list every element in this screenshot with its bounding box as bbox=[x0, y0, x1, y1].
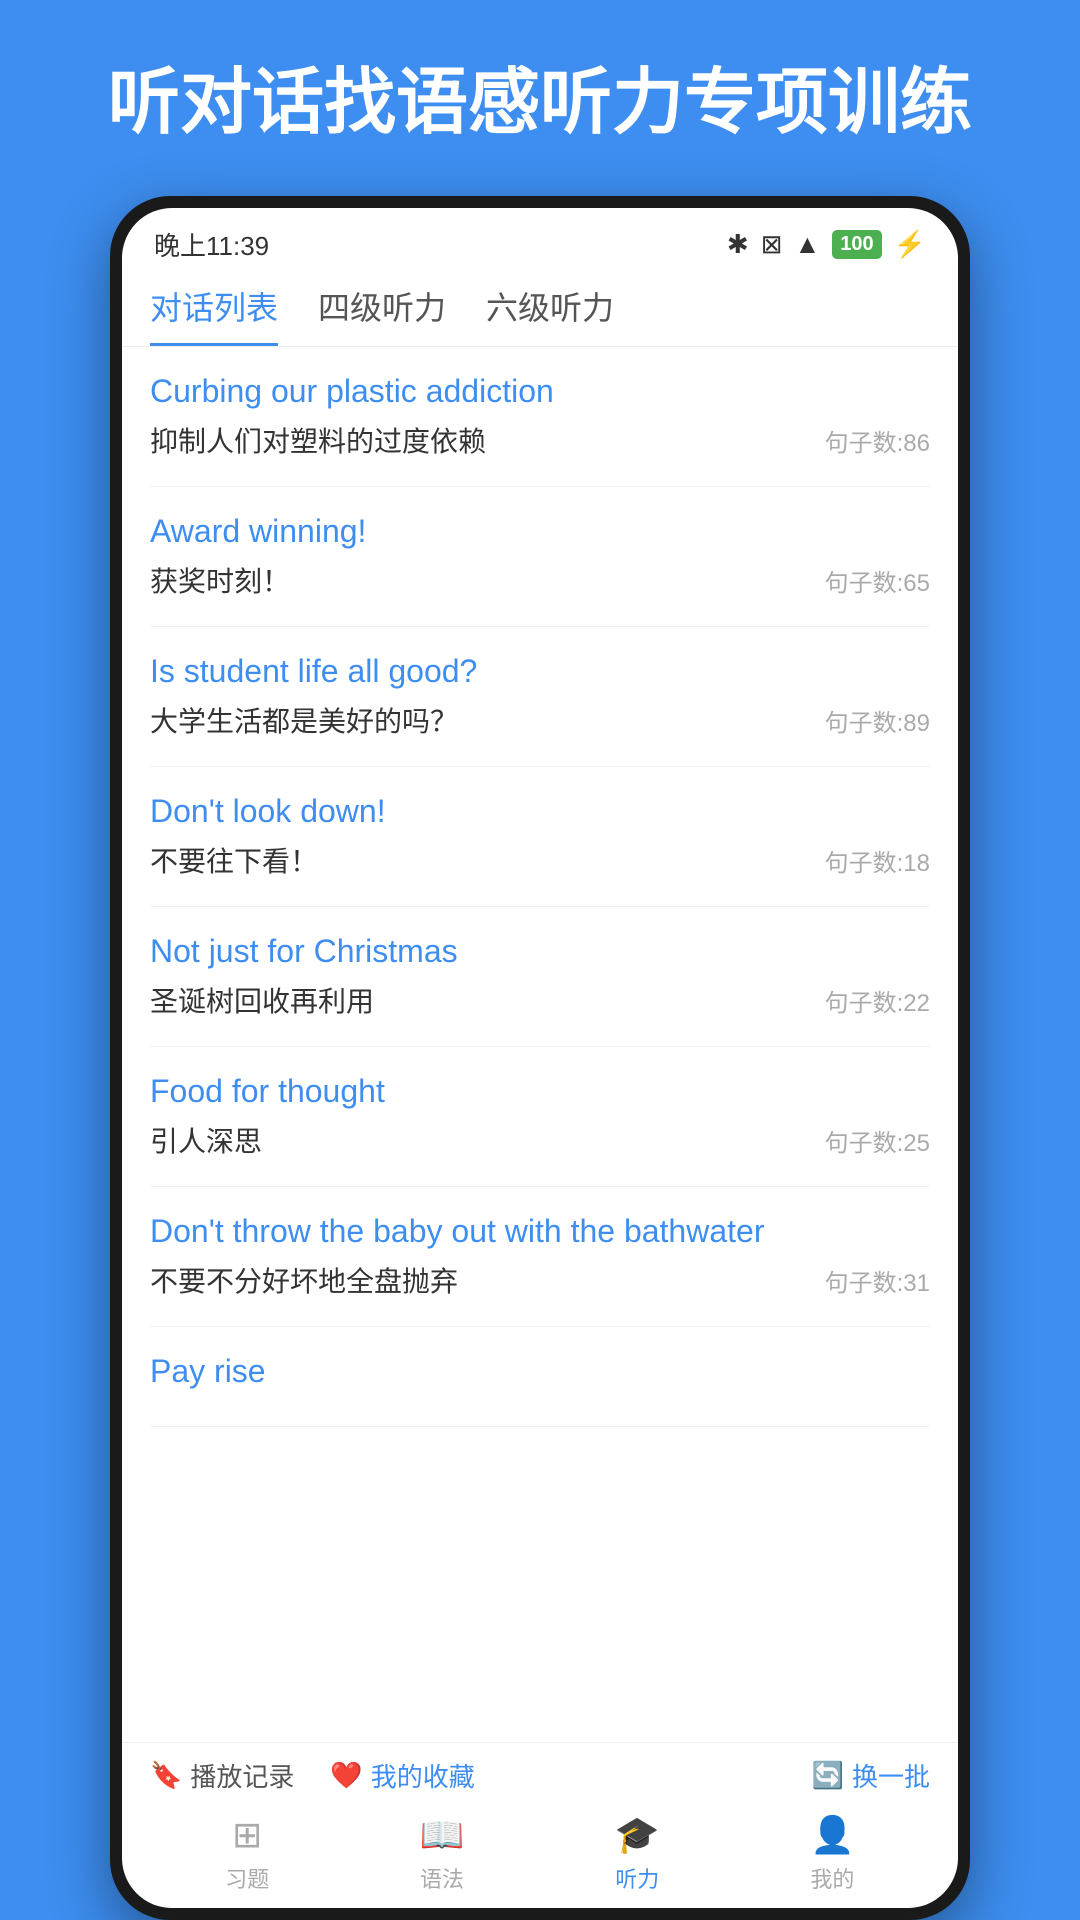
list-item[interactable]: Don't look down! 不要往下看！ 句子数:18 bbox=[150, 767, 930, 907]
refresh-icon: 🔄 bbox=[812, 1760, 844, 1791]
item-count: 句子数:65 bbox=[825, 563, 930, 598]
history-button[interactable]: 🔖 播放记录 bbox=[150, 1757, 294, 1794]
list-item[interactable]: Not just for Christmas 圣诞树回收再利用 句子数:22 bbox=[150, 907, 930, 1047]
bottom-bar: 🔖 播放记录 ❤️ 我的收藏 🔄 换一批 ⊞ 习题 bbox=[122, 1742, 958, 1908]
item-title: Pay rise bbox=[150, 1353, 930, 1390]
tab-level6[interactable]: 六级听力 bbox=[486, 283, 614, 346]
item-subtitle: 不要往下看！ bbox=[150, 840, 318, 880]
item-title: Food for thought bbox=[150, 1073, 930, 1110]
item-subtitle: 圣诞树回收再利用 bbox=[150, 980, 374, 1020]
battery-indicator: 100 bbox=[832, 230, 881, 259]
status-bar: 晚上11:39 ✱ ⊠ ▲ 100 ⚡ bbox=[122, 208, 958, 273]
item-title: Is student life all good? bbox=[150, 653, 930, 690]
item-title: Don't throw the baby out with the bathwa… bbox=[150, 1213, 930, 1250]
grammar-icon: 📖 bbox=[420, 1814, 465, 1856]
item-subtitle: 抑制人们对塑料的过度依赖 bbox=[150, 420, 486, 460]
item-title: Curbing our plastic addiction bbox=[150, 373, 930, 410]
item-subtitle: 引人深思 bbox=[150, 1120, 262, 1160]
favorites-button[interactable]: ❤️ 我的收藏 bbox=[330, 1757, 474, 1794]
exercises-label: 习题 bbox=[225, 1862, 269, 1894]
charge-icon: ⚡ bbox=[894, 229, 926, 260]
item-count: 句子数:89 bbox=[825, 703, 930, 738]
tab-bar: 对话列表 四级听力 六级听力 bbox=[122, 273, 958, 347]
item-title: Award winning! bbox=[150, 513, 930, 550]
item-count: 句子数:22 bbox=[825, 983, 930, 1018]
message-icon: ⊠ bbox=[761, 229, 783, 260]
bluetooth-icon: ✱ bbox=[727, 229, 749, 260]
bookmark-icon: 🔖 bbox=[150, 1760, 182, 1791]
tab-dialogue-list[interactable]: 对话列表 bbox=[150, 283, 278, 346]
phone-screen: 晚上11:39 ✱ ⊠ ▲ 100 ⚡ 对话列表 四级听力 六级听力 Curbi… bbox=[122, 208, 958, 1908]
list-item[interactable]: Don't throw the baby out with the bathwa… bbox=[150, 1187, 930, 1327]
profile-label: 我的 bbox=[810, 1862, 854, 1894]
history-label: 播放记录 bbox=[190, 1757, 294, 1794]
item-subtitle: 大学生活都是美好的吗？ bbox=[150, 700, 458, 740]
nav-tab-listening[interactable]: 🎓 听力 bbox=[615, 1814, 660, 1894]
nav-tab-grammar[interactable]: 📖 语法 bbox=[420, 1814, 465, 1894]
favorites-label: 我的收藏 bbox=[371, 1757, 475, 1794]
nav-tab-profile[interactable]: 👤 我的 bbox=[810, 1814, 855, 1894]
item-count: 句子数:31 bbox=[825, 1263, 930, 1298]
bottom-actions: 🔖 播放记录 ❤️ 我的收藏 🔄 换一批 bbox=[150, 1757, 930, 1794]
item-title: Don't look down! bbox=[150, 793, 930, 830]
item-count: 句子数:18 bbox=[825, 843, 930, 878]
item-title: Not just for Christmas bbox=[150, 933, 930, 970]
tab-level4[interactable]: 四级听力 bbox=[318, 283, 446, 346]
nav-tab-exercises[interactable]: ⊞ 习题 bbox=[225, 1814, 269, 1894]
item-subtitle: 获奖时刻！ bbox=[150, 560, 290, 600]
list-item[interactable]: Award winning! 获奖时刻！ 句子数:65 bbox=[150, 487, 930, 627]
status-time: 晚上11:39 bbox=[154, 226, 269, 263]
refresh-button[interactable]: 🔄 换一批 bbox=[812, 1757, 930, 1794]
profile-icon: 👤 bbox=[810, 1814, 855, 1856]
refresh-label: 换一批 bbox=[852, 1757, 930, 1794]
list-item[interactable]: Is student life all good? 大学生活都是美好的吗？ 句子… bbox=[150, 627, 930, 767]
nav-tabs: ⊞ 习题 📖 语法 🎓 听力 👤 我的 bbox=[150, 1804, 930, 1898]
page-bg-title: 听对话找语感听力专项训练 bbox=[68, 0, 1012, 196]
dialogue-list: Curbing our plastic addiction 抑制人们对塑料的过度… bbox=[122, 347, 958, 1742]
heart-icon: ❤️ bbox=[330, 1760, 362, 1791]
item-subtitle: 不要不分好坏地全盘抛弃 bbox=[150, 1260, 458, 1300]
item-count: 句子数:25 bbox=[825, 1123, 930, 1158]
exercises-icon: ⊞ bbox=[232, 1814, 262, 1856]
list-item[interactable]: Food for thought 引人深思 句子数:25 bbox=[150, 1047, 930, 1187]
list-item[interactable]: Curbing our plastic addiction 抑制人们对塑料的过度… bbox=[150, 347, 930, 487]
listening-label: 听力 bbox=[615, 1862, 659, 1894]
listening-icon: 🎓 bbox=[615, 1814, 660, 1856]
wifi-icon: ▲ bbox=[795, 229, 821, 260]
list-item[interactable]: Pay rise bbox=[150, 1327, 930, 1427]
grammar-label: 语法 bbox=[420, 1862, 464, 1894]
item-count: 句子数:86 bbox=[825, 423, 930, 458]
bottom-left-actions: 🔖 播放记录 ❤️ 我的收藏 bbox=[150, 1757, 475, 1794]
status-icons: ✱ ⊠ ▲ 100 ⚡ bbox=[727, 229, 926, 260]
phone-frame: 晚上11:39 ✱ ⊠ ▲ 100 ⚡ 对话列表 四级听力 六级听力 Curbi… bbox=[110, 196, 970, 1920]
